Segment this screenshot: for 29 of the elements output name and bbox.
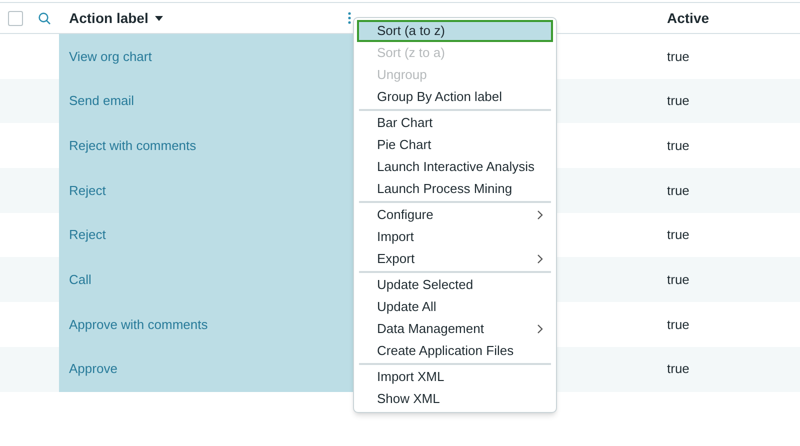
sort-caret-icon[interactable] <box>155 16 164 20</box>
table-cell-text: true <box>667 316 690 334</box>
menu-item[interactable]: Update Selected <box>357 274 553 296</box>
column-header[interactable]: Action label <box>69 8 148 28</box>
menu-item[interactable]: Launch Interactive Analysis <box>357 156 553 178</box>
menu-item[interactable]: Configure <box>357 204 553 226</box>
table-cell-text: true <box>667 271 690 290</box>
table-cell-text: true <box>667 182 690 200</box>
table-cell-text: true <box>667 226 690 244</box>
menu-item[interactable]: Export <box>357 248 553 270</box>
column-header[interactable]: Active <box>667 8 710 28</box>
menu-item[interactable]: Show XML <box>357 388 553 410</box>
table-cell-text: true <box>667 92 690 110</box>
menu-item[interactable]: Launch Process Mining <box>357 178 553 200</box>
menu-item[interactable]: Data Management <box>357 318 553 340</box>
menu-item[interactable]: Create Application Files <box>357 340 553 362</box>
menu-item[interactable]: Import XML <box>357 366 553 388</box>
menu-item[interactable]: Sort (a to z) <box>357 20 553 42</box>
menu-item[interactable]: Import <box>357 226 553 248</box>
search-icon[interactable] <box>38 12 51 24</box>
menu-item[interactable]: Bar Chart <box>357 112 553 134</box>
kebab-menu-icon[interactable] <box>348 12 351 24</box>
menu-item[interactable]: Pie Chart <box>357 134 553 156</box>
table-cell-text: true <box>667 136 690 155</box>
table-cell-text: true <box>667 360 690 378</box>
menu-item[interactable]: Group By Action label <box>357 86 553 108</box>
checkbox[interactable] <box>8 10 22 26</box>
table-cell-text: true <box>667 48 690 66</box>
menu-item[interactable]: Update All <box>357 296 553 318</box>
